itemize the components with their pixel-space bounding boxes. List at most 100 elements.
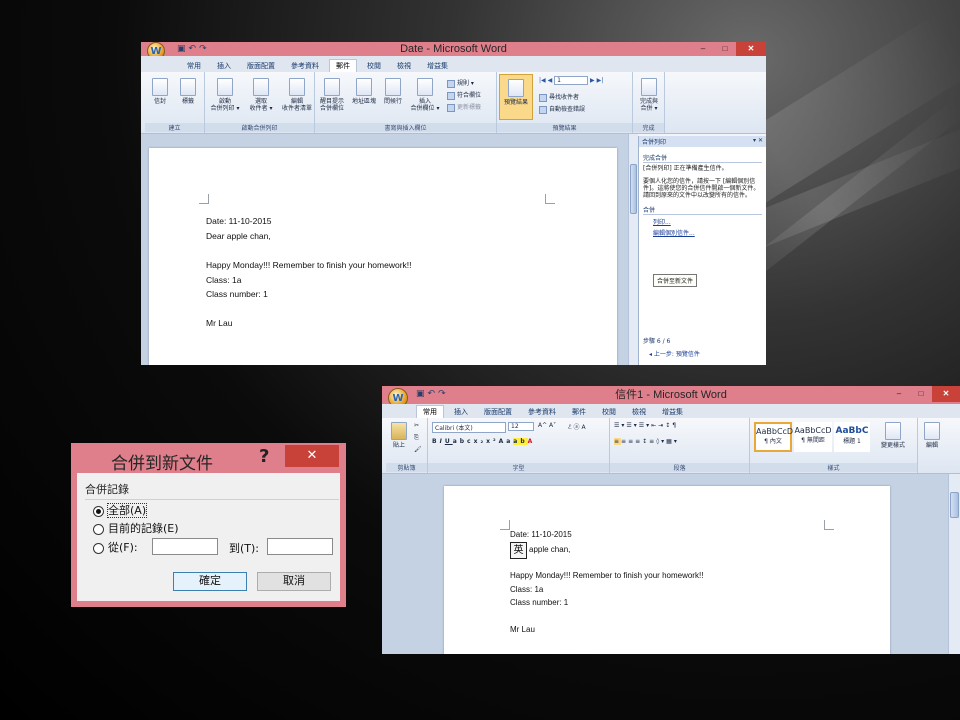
underline-icon[interactable]: U: [445, 438, 453, 445]
cut-icon[interactable]: ✂: [414, 422, 419, 429]
subscript-icon[interactable]: x₂: [474, 438, 487, 445]
paste-label: 貼上: [392, 442, 405, 449]
radio-current[interactable]: [93, 523, 104, 535]
align-left-icon[interactable]: ≡: [614, 438, 622, 445]
style-no-spacing[interactable]: AaBbCcD ¶ 無間距: [794, 422, 832, 452]
highlight-color-icon[interactable]: ab: [513, 438, 528, 445]
tab-insert[interactable]: 插入: [211, 60, 237, 72]
insert-field-sublabel: 合併欄位 ▾: [410, 105, 440, 112]
change-case-icon[interactable]: Aa: [499, 438, 514, 445]
tab-references[interactable]: 參考資料: [285, 60, 325, 72]
first-record-button[interactable]: |◀: [539, 77, 546, 84]
tab-home[interactable]: 常用: [181, 60, 207, 72]
envelopes-button[interactable]: 信封: [149, 78, 171, 105]
show-marks-icon[interactable]: ¶: [672, 422, 678, 429]
greeting-line-button[interactable]: 問候行: [379, 78, 407, 105]
labels-button[interactable]: 標籤: [177, 78, 199, 105]
copy-icon[interactable]: ⎘: [414, 434, 419, 442]
style-heading-1[interactable]: AaBbC 標題 1: [834, 422, 870, 452]
grow-font-icon[interactable]: A^ A˅: [538, 422, 556, 429]
paste-button[interactable]: 貼上: [388, 422, 410, 449]
close-button[interactable]: ✕: [285, 445, 339, 467]
close-button[interactable]: ✕: [736, 42, 766, 56]
finish-merge-button[interactable]: 完成與 合併 ▾: [634, 78, 664, 112]
option-all[interactable]: 全部(A): [93, 502, 148, 518]
font-name-select[interactable]: Calibri (本文): [432, 422, 506, 433]
radio-from[interactable]: [93, 542, 104, 554]
document-page[interactable]: Date: 11-10-2015 英 apple chan, Happy Mon…: [444, 486, 890, 654]
tab-review[interactable]: 校閱: [596, 406, 622, 418]
help-button[interactable]: ?: [259, 446, 269, 467]
editing-button[interactable]: 編輯: [920, 422, 944, 449]
option-current[interactable]: 目前的記錄(E): [93, 520, 179, 536]
select-recipients-button[interactable]: 選取 收件者 ▾: [243, 78, 279, 112]
ime-indicator[interactable]: 英: [510, 542, 527, 559]
maximize-button[interactable]: □: [910, 386, 932, 402]
match-fields-button[interactable]: 符合欄位: [447, 90, 481, 100]
radio-all[interactable]: [93, 505, 104, 517]
tab-mailings[interactable]: 郵件: [329, 59, 357, 72]
highlight-fields-button[interactable]: 醒目提示 合併欄位: [317, 78, 347, 112]
minimize-button[interactable]: –: [692, 42, 714, 56]
cancel-button[interactable]: 取消: [257, 572, 331, 591]
vertical-scrollbar[interactable]: [628, 134, 638, 365]
change-styles-button[interactable]: 變更樣式: [876, 422, 910, 449]
next-record-button[interactable]: ▶: [590, 77, 595, 84]
close-icon[interactable]: ▾ ✕: [753, 137, 763, 146]
tab-mailings[interactable]: 郵件: [566, 406, 592, 418]
maximize-button[interactable]: □: [714, 42, 736, 56]
format-painter-icon[interactable]: 🖌: [414, 446, 422, 453]
tab-view[interactable]: 檢視: [391, 60, 417, 72]
tab-addins[interactable]: 增益集: [421, 60, 454, 72]
minimize-button[interactable]: –: [888, 386, 910, 402]
ok-button[interactable]: 確定: [173, 572, 247, 591]
borders-icon[interactable]: ▦▾: [666, 438, 679, 445]
preview-results-button[interactable]: 預覽結果: [499, 74, 533, 120]
insert-field-button[interactable]: 插入 合併欄位 ▾: [407, 78, 443, 112]
find-recipient-button[interactable]: 尋找收件者: [539, 92, 579, 102]
tab-addins[interactable]: 增益集: [656, 406, 689, 418]
shading-icon[interactable]: ◊▾: [656, 438, 666, 445]
font-size-select[interactable]: 12: [508, 422, 534, 431]
address-block-button[interactable]: 地址區塊: [349, 78, 379, 105]
tab-layout[interactable]: 版面配置: [478, 406, 518, 418]
edit-list-button[interactable]: 編輯 收件者清單: [279, 78, 315, 112]
bold-icon[interactable]: B: [432, 438, 440, 445]
rules-button[interactable]: 規則 ▾: [447, 78, 474, 88]
group-label: 書寫與插入欄位: [315, 123, 496, 132]
tab-references[interactable]: 參考資料: [522, 406, 562, 418]
start-merge-button[interactable]: 啟動 合併列印 ▾: [207, 78, 243, 112]
tab-layout[interactable]: 版面配置: [241, 60, 281, 72]
multilevel-icon[interactable]: ☰▾: [639, 422, 651, 429]
print-link[interactable]: 列印...: [653, 217, 752, 226]
indent-icon[interactable]: ⇤⇥: [651, 422, 665, 429]
previous-step-link[interactable]: ◂ 上一步: 預覽信件: [649, 349, 700, 358]
align-center-icon[interactable]: ≡: [621, 438, 628, 445]
tab-view[interactable]: 檢視: [626, 406, 652, 418]
style-normal[interactable]: AaBbCcD ¶ 內文: [754, 422, 793, 452]
strikethrough-icon[interactable]: abc: [453, 438, 474, 445]
to-input[interactable]: [267, 538, 333, 555]
record-number-input[interactable]: 1: [554, 76, 589, 85]
scroll-thumb[interactable]: [630, 164, 637, 214]
tab-home[interactable]: 常用: [416, 405, 444, 418]
tab-review[interactable]: 校閱: [361, 60, 387, 72]
document-page[interactable]: Date: 11-10-2015 Dear apple chan, Happy …: [149, 148, 617, 365]
superscript-icon[interactable]: x²: [486, 438, 499, 445]
auto-check-button[interactable]: 自動檢查錯誤: [539, 104, 585, 114]
vertical-scrollbar[interactable]: [948, 474, 960, 654]
scroll-thumb[interactable]: [950, 492, 959, 518]
edit-individual-link[interactable]: 編輯個別信件...: [653, 228, 752, 237]
tab-insert[interactable]: 插入: [448, 406, 474, 418]
font-color-icon[interactable]: A: [528, 438, 536, 445]
prev-record-button[interactable]: ◀: [548, 77, 553, 84]
option-from[interactable]: 從(F):: [93, 539, 138, 555]
bullets-icon[interactable]: ☰▾: [614, 422, 626, 429]
group-styles: AaBbCcD ¶ 內文 AaBbCcD ¶ 無間距 AaBbC 標題 1 變更樣式 …: [750, 418, 918, 473]
numbering-icon[interactable]: ☰▾: [626, 422, 638, 429]
line-spacing-icon[interactable]: ↕≡: [642, 438, 656, 445]
clear-format-icon[interactable]: ℰ ⓐ A: [568, 422, 586, 431]
last-record-button[interactable]: ▶|: [597, 77, 604, 84]
from-input[interactable]: [152, 538, 218, 555]
close-button[interactable]: ✕: [932, 386, 960, 402]
